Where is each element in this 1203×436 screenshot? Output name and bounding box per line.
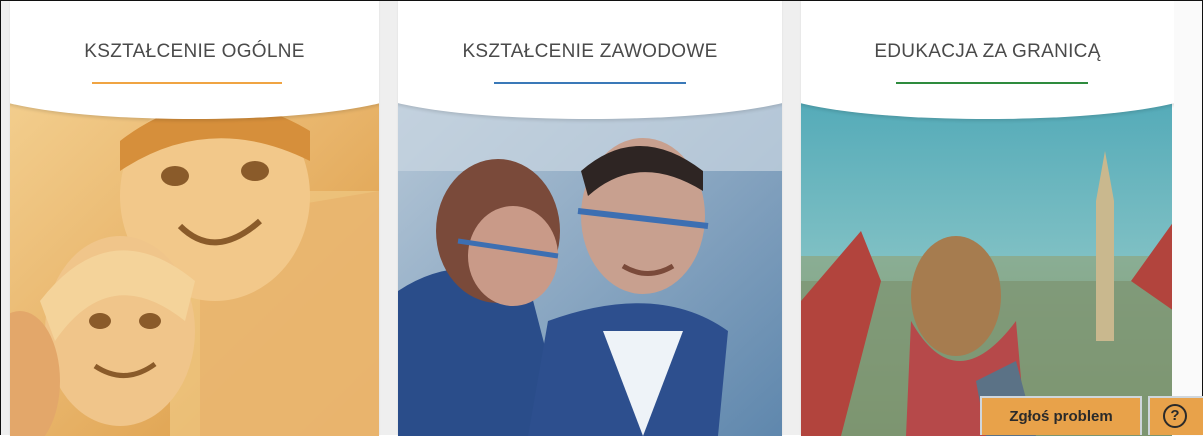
card-title-underline [494,82,686,84]
card-title: EDUKACJA ZA GRANICĄ [874,41,1101,62]
card-image [398,81,782,436]
card-title: KSZTAŁCENIE OGÓLNE [84,41,305,62]
card-title-underline [896,82,1088,84]
report-problem-button[interactable]: Zgłoś problem [980,396,1142,435]
page-right-edge [1172,1,1202,436]
card-image [10,81,379,436]
page-frame: KSZTAŁCENIE OGÓLNE KSZTAŁCENIE ZAWODOWE … [0,0,1203,436]
card-image [801,81,1174,436]
card-title: KSZTAŁCENIE ZAWODOWE [462,41,718,62]
card-title-underline [92,82,282,84]
card-general-education[interactable]: KSZTAŁCENIE OGÓLNE [10,1,379,436]
card-vocational-education[interactable]: KSZTAŁCENIE ZAWODOWE [398,1,782,436]
question-icon: ? [1163,404,1187,428]
help-button[interactable]: ? [1148,396,1203,435]
card-education-abroad[interactable]: EDUKACJA ZA GRANICĄ [801,1,1174,436]
